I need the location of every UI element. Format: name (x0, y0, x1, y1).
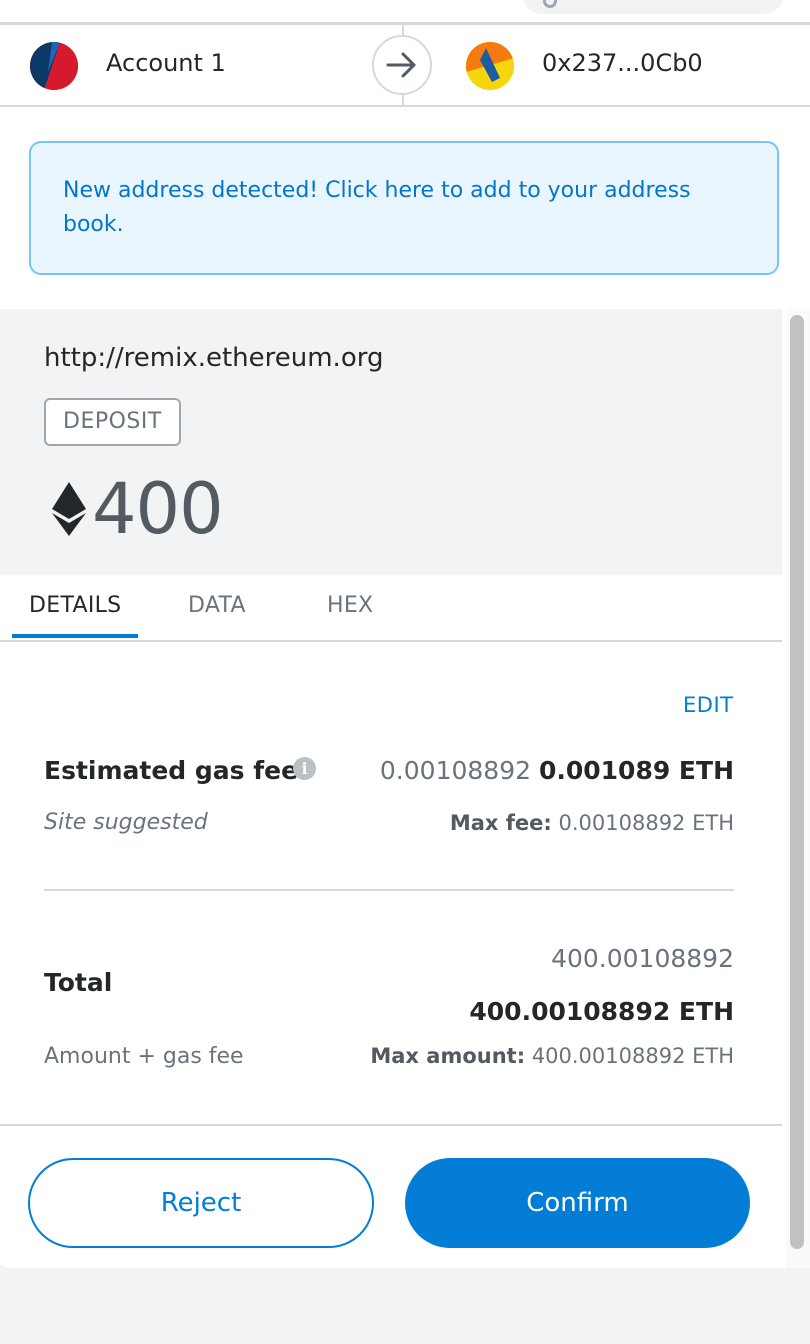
site-suggested-label: Site suggested (44, 810, 208, 835)
confirm-transaction-panel: Account 1 0x237...0Cb0 New address detec… (0, 0, 810, 1268)
total-primary: 400.00108892 ETH (469, 997, 734, 1026)
from-account-avatar (30, 42, 78, 90)
gas-fee-label: Estimated gas fee (44, 756, 299, 785)
footer-divider (0, 1124, 782, 1126)
active-tab-indicator (12, 634, 138, 638)
max-fee-label: Max fee: (449, 811, 552, 835)
scrollbar-thumb[interactable] (790, 315, 804, 1249)
total-secondary: 400.00108892 (551, 944, 734, 973)
method-badge: DEPOSIT (44, 398, 181, 446)
tab-data[interactable]: DATA (188, 593, 246, 618)
arrow-right-icon (372, 35, 432, 95)
details-tabs: DETAILS DATA HEX (0, 575, 782, 642)
max-fee-value: 0.00108892 ETH (558, 811, 735, 835)
new-address-alert[interactable]: New address detected! Click here to add … (29, 141, 779, 275)
gas-fee-primary: 0.001089 ETH (538, 756, 734, 785)
confirm-button[interactable]: Confirm (405, 1158, 750, 1248)
amount-row: 400 (52, 468, 224, 550)
tab-hex[interactable]: HEX (327, 593, 373, 618)
origin-url: http://remix.ethereum.org (44, 343, 384, 373)
info-icon[interactable]: i (293, 757, 316, 780)
details-divider (44, 889, 734, 891)
total-label: Total (44, 968, 113, 997)
ethereum-icon (52, 482, 86, 536)
amount-value: 400 (92, 468, 224, 550)
sender-recipient-row: Account 1 0x237...0Cb0 (0, 25, 810, 107)
amount-gas-label: Amount + gas fee (44, 1044, 244, 1069)
gas-fee-secondary: 0.00108892 (379, 756, 532, 785)
max-amount-value: 400.00108892 ETH (531, 1044, 734, 1068)
gas-fee-values: 0.00108892 0.001089 ETH (380, 756, 734, 785)
network-pill[interactable] (522, 0, 784, 14)
edit-gas-link[interactable]: EDIT (683, 693, 733, 717)
max-amount-label: Max amount: (370, 1044, 526, 1068)
max-amount: Max amount: 400.00108892 ETH (370, 1044, 734, 1068)
to-account-avatar (466, 42, 514, 90)
transaction-summary: http://remix.ethereum.org DEPOSIT 400 (0, 309, 782, 575)
reject-button[interactable]: Reject (28, 1158, 374, 1248)
max-fee: Max fee: 0.00108892 ETH (450, 811, 734, 835)
tab-details[interactable]: DETAILS (29, 593, 121, 618)
from-account-name[interactable]: Account 1 (106, 49, 226, 77)
to-address[interactable]: 0x237...0Cb0 (542, 49, 703, 77)
